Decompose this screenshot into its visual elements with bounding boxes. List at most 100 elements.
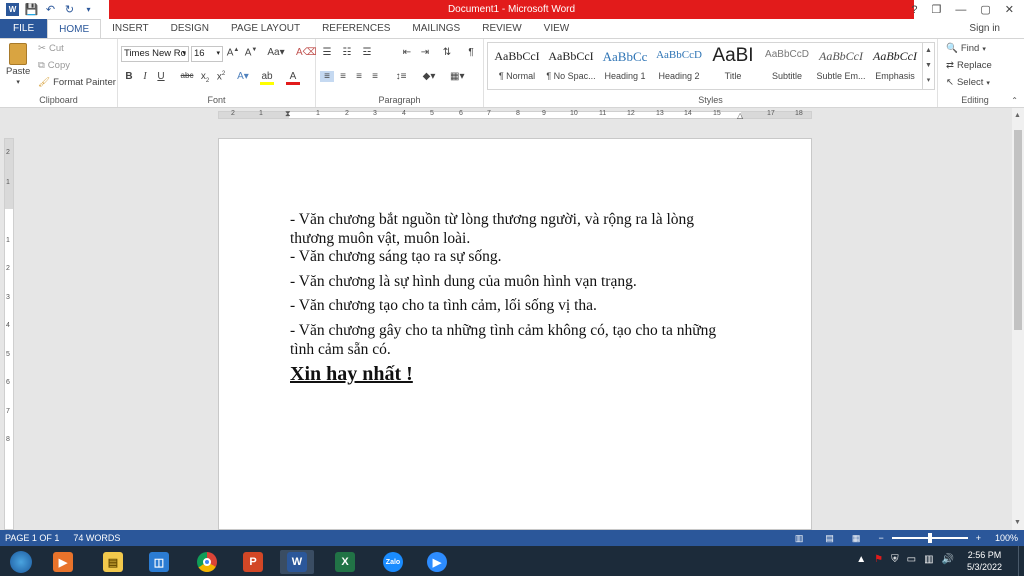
bullets-icon[interactable]: ☰ bbox=[320, 47, 334, 58]
highlight-icon[interactable]: ab bbox=[260, 71, 274, 85]
italic-icon[interactable]: I bbox=[138, 71, 152, 82]
style-no-spacing[interactable]: AaBbCcI ¶ No Spac... bbox=[544, 43, 598, 89]
style-subtle-emphasis[interactable]: AaBbCcI Subtle Em... bbox=[814, 43, 868, 89]
taskbar-media-player[interactable]: ▶ bbox=[46, 550, 80, 574]
page-count[interactable]: PAGE 1 OF 1 bbox=[5, 530, 59, 546]
word-app-icon[interactable]: W bbox=[6, 3, 19, 16]
line-spacing-icon[interactable]: ↕≡ bbox=[394, 71, 408, 82]
document-page[interactable]: - Văn chương bắt nguồn từ lòng thương ng… bbox=[218, 138, 812, 530]
tab-insert[interactable]: INSERT bbox=[101, 19, 160, 38]
network-warning-icon[interactable]: ⚑ bbox=[874, 554, 883, 565]
start-button[interactable] bbox=[4, 550, 38, 574]
align-left-icon[interactable]: ≡ bbox=[320, 71, 334, 82]
change-case-icon[interactable]: Aa▾ bbox=[266, 47, 286, 58]
doc-line[interactable]: - Văn chương là sự hình dung của muôn hì… bbox=[290, 273, 760, 291]
close-button[interactable]: ✕ bbox=[1005, 3, 1014, 16]
doc-line[interactable]: - Văn chương sáng tạo ra sự sống. bbox=[290, 248, 760, 266]
redo-icon[interactable]: ↻ bbox=[63, 3, 76, 16]
grow-font-icon[interactable]: A▲ bbox=[226, 47, 240, 58]
security-icon[interactable]: ⛨ bbox=[891, 554, 899, 565]
shrink-font-icon[interactable]: A▼ bbox=[244, 47, 258, 58]
network-icon[interactable]: ▥ bbox=[924, 554, 933, 565]
sign-in-link[interactable]: Sign in bbox=[969, 19, 1000, 38]
clear-formatting-icon[interactable]: A⌫ bbox=[296, 47, 317, 58]
tab-design[interactable]: DESIGN bbox=[160, 19, 220, 38]
zoom-out-icon[interactable]: − bbox=[878, 530, 883, 546]
taskbar-store[interactable]: ◫ bbox=[142, 550, 176, 574]
volume-icon[interactable]: 🔊 bbox=[942, 554, 954, 565]
decrease-indent-icon[interactable]: ⇤ bbox=[400, 47, 414, 58]
minimize-button[interactable]: — bbox=[955, 4, 966, 16]
scroll-up-icon[interactable]: ▲ bbox=[1014, 112, 1021, 119]
taskbar-powerpoint[interactable]: P bbox=[236, 550, 270, 574]
justify-icon[interactable]: ≡ bbox=[368, 71, 382, 82]
display-icon[interactable]: ▭ bbox=[907, 554, 916, 565]
show-hidden-icons-icon[interactable]: ▲ bbox=[856, 554, 866, 565]
taskbar-zalo[interactable]: Zalo bbox=[376, 550, 410, 574]
center-icon[interactable]: ≡ bbox=[336, 71, 350, 82]
replace-button[interactable]: ⇄ Replace bbox=[946, 60, 992, 71]
tab-mailings[interactable]: MAILINGS bbox=[401, 19, 471, 38]
show-desktop-button[interactable] bbox=[1018, 546, 1024, 576]
web-layout-icon[interactable]: ▦ bbox=[852, 530, 861, 546]
bold-icon[interactable]: B bbox=[122, 71, 136, 82]
read-mode-icon[interactable]: ▥ bbox=[795, 530, 804, 546]
superscript-icon[interactable]: x2 bbox=[214, 71, 228, 82]
tab-home[interactable]: HOME bbox=[47, 18, 102, 39]
undo-icon[interactable]: ↶ bbox=[44, 3, 57, 16]
borders-icon[interactable]: ▦▾ bbox=[450, 71, 464, 82]
zoom-slider-knob[interactable] bbox=[927, 533, 932, 543]
vertical-scrollbar[interactable]: ▲ ▼ bbox=[1012, 108, 1024, 530]
increase-indent-icon[interactable]: ⇥ bbox=[418, 47, 432, 58]
copy-button[interactable]: ⧉ Copy bbox=[38, 60, 70, 71]
doc-line[interactable]: thương muôn vật, muôn loài. bbox=[290, 230, 760, 248]
tab-review[interactable]: REVIEW bbox=[471, 19, 532, 38]
help-button[interactable]: ? bbox=[911, 4, 917, 16]
taskbar-excel[interactable]: X bbox=[328, 550, 362, 574]
cut-button[interactable]: ✂ Cut bbox=[38, 43, 64, 54]
word-count[interactable]: 74 WORDS bbox=[73, 530, 120, 546]
zoom-level[interactable]: 100% bbox=[995, 530, 1018, 546]
scrollbar-thumb[interactable] bbox=[1014, 130, 1022, 330]
save-icon[interactable]: 💾 bbox=[25, 3, 39, 16]
tab-references[interactable]: REFERENCES bbox=[311, 19, 401, 38]
print-layout-icon[interactable]: ▤ bbox=[825, 530, 834, 546]
shading-icon[interactable]: ◆▾ bbox=[422, 71, 436, 82]
taskbar-zoom[interactable]: ▶ bbox=[420, 550, 454, 574]
horizontal-ruler[interactable]: 2 1 ⧗ 1 2 3 4 5 6 7 8 9 10 11 12 13 14 1… bbox=[218, 109, 812, 120]
maximize-button[interactable]: ▢ bbox=[980, 3, 990, 16]
strikethrough-icon[interactable]: abc bbox=[180, 71, 194, 80]
style-subtitle[interactable]: AaBbCcD Subtitle bbox=[760, 43, 814, 89]
numbering-icon[interactable]: ☷ bbox=[340, 47, 354, 58]
underline-icon[interactable]: U bbox=[154, 71, 168, 82]
style-emphasis[interactable]: AaBbCcI Emphasis bbox=[868, 43, 922, 89]
show-formatting-marks-icon[interactable]: ¶ bbox=[464, 47, 478, 58]
find-button[interactable]: 🔍 Find ▾ bbox=[946, 43, 986, 54]
styles-scroll[interactable]: ▲ ▼ ▾ bbox=[922, 43, 934, 89]
paste-button[interactable]: Paste ▾ bbox=[6, 43, 30, 86]
subscript-icon[interactable]: x2 bbox=[198, 71, 212, 84]
doc-line[interactable]: tình cảm sẵn có. bbox=[290, 341, 760, 359]
style-heading-1[interactable]: AaBbCc Heading 1 bbox=[598, 43, 652, 89]
style-normal[interactable]: AaBbCcI ¶ Normal bbox=[490, 43, 544, 89]
tab-page-layout[interactable]: PAGE LAYOUT bbox=[220, 19, 311, 38]
scroll-down-icon[interactable]: ▼ bbox=[1014, 519, 1021, 526]
doc-line[interactable]: - Văn chương bắt nguồn từ lòng thương ng… bbox=[290, 211, 760, 229]
style-title[interactable]: AaBI Title bbox=[706, 43, 760, 89]
zoom-slider[interactable] bbox=[891, 533, 968, 543]
right-indent-marker[interactable]: △ bbox=[737, 111, 743, 120]
taskbar-file-explorer[interactable]: ▤ bbox=[96, 550, 130, 574]
taskbar-chrome[interactable] bbox=[190, 550, 224, 574]
font-size-combo[interactable]: 16 ▾ bbox=[191, 46, 223, 62]
tab-view[interactable]: VIEW bbox=[533, 19, 581, 38]
format-painter-button[interactable]: 🖌 Format Painter bbox=[38, 77, 116, 88]
zoom-in-icon[interactable]: + bbox=[976, 530, 981, 546]
customize-qat-icon[interactable]: ▾ bbox=[82, 3, 95, 16]
clock[interactable]: 2:56 PM 5/3/2022 bbox=[967, 549, 1002, 573]
tab-file[interactable]: FILE bbox=[0, 19, 48, 38]
indent-marker[interactable]: ⧗ bbox=[285, 109, 291, 119]
font-color-icon[interactable]: A bbox=[286, 71, 300, 85]
text-effects-icon[interactable]: A▾ bbox=[236, 71, 250, 82]
doc-line[interactable]: - Văn chương gây cho ta những tình cảm k… bbox=[290, 322, 760, 340]
vertical-ruler[interactable]: 2 1 1 2 3 4 5 6 7 8 bbox=[4, 138, 14, 530]
